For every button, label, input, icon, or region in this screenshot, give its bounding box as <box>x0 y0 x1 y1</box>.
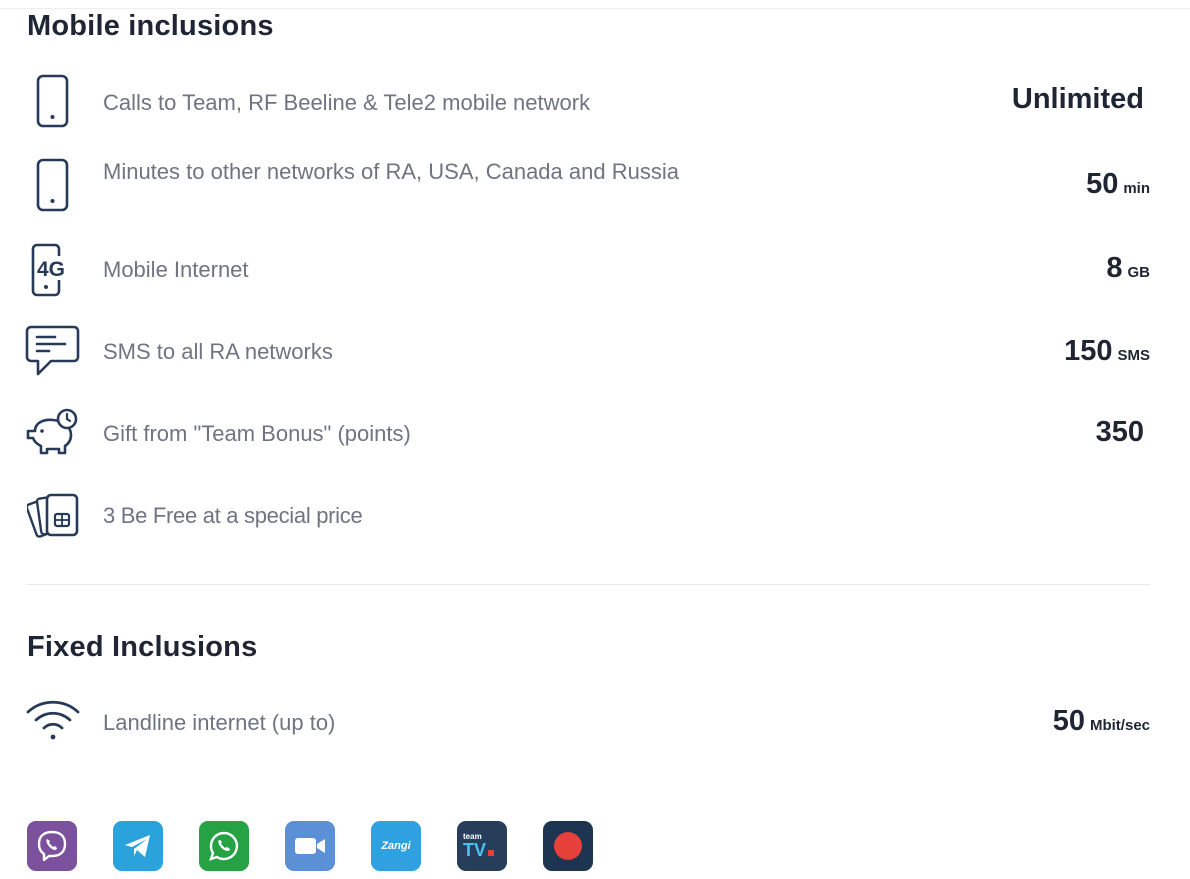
inclusion-value: 50 Mbit/sec <box>1053 705 1150 738</box>
value-unit: GB <box>1127 264 1151 281</box>
top-border <box>0 8 1190 9</box>
inclusion-value: 50 min <box>1086 168 1150 201</box>
inclusion-value: 350 <box>1096 416 1144 449</box>
team-tv-dot <box>488 850 495 856</box>
value-number: 8 <box>1106 252 1123 284</box>
record-icon[interactable] <box>543 821 593 871</box>
team-tv-icon[interactable]: team TV <box>457 821 507 871</box>
zangi-logo-text: Zangi <box>381 840 411 852</box>
inclusion-row-calls: Calls to Team, RF Beeline & Tele2 mobile… <box>0 72 1190 132</box>
smartphone-icon <box>36 158 70 212</box>
value-unit: min <box>1123 180 1150 197</box>
whatsapp-icon[interactable] <box>199 821 249 871</box>
inclusion-value: 150 SMS <box>1064 335 1150 368</box>
fixed-inclusions-title: Fixed Inclusions <box>27 631 258 663</box>
inclusion-value: 8 GB <box>1106 252 1150 285</box>
inclusion-row-sms: SMS to all RA networks 150 SMS <box>0 322 1190 382</box>
sim-cards-icon <box>27 490 81 540</box>
team-tv-big-text: TV <box>463 840 487 860</box>
value-unit: SMS <box>1117 347 1150 364</box>
inclusion-row-minutes: Minutes to other networks of RA, USA, Ca… <box>0 155 1190 217</box>
inclusion-value: Unlimited <box>1012 83 1144 116</box>
zoom-icon[interactable] <box>285 821 335 871</box>
mobile-inclusions-title: Mobile inclusions <box>27 10 274 42</box>
telegram-icon[interactable] <box>113 821 163 871</box>
inclusion-label: Landline internet (up to) <box>103 710 336 735</box>
svg-text:4G: 4G <box>37 258 65 281</box>
viber-icon[interactable] <box>27 821 77 871</box>
piggy-bank-icon <box>25 407 81 459</box>
inclusion-label: Gift from "Team Bonus" (points) <box>103 421 411 446</box>
team-tv-logo: TV <box>463 840 495 860</box>
inclusion-label: 3 Be Free at a special price <box>103 503 363 528</box>
apps-row: Zangi team TV <box>27 821 593 871</box>
smartphone-icon <box>36 74 70 128</box>
inclusion-label: Minutes to other networks of RA, USA, Ca… <box>103 159 679 184</box>
inclusion-row-bonus: Gift from "Team Bonus" (points) 350 <box>0 404 1190 464</box>
inclusion-label: Mobile Internet <box>103 257 249 282</box>
value-number: 150 <box>1064 335 1113 367</box>
inclusion-row-sim: 3 Be Free at a special price <box>0 487 1190 547</box>
value-unit: Mbit/sec <box>1089 717 1150 734</box>
sms-bubble-icon <box>25 324 81 378</box>
value-number: 50 <box>1052 705 1085 737</box>
inclusion-row-internet: 4G Mobile Internet 8 GB <box>0 240 1190 300</box>
value-number: 350 <box>1095 416 1144 448</box>
section-divider <box>27 584 1150 585</box>
wifi-icon <box>25 698 81 744</box>
inclusion-label: Calls to Team, RF Beeline & Tele2 mobile… <box>103 90 591 115</box>
inclusion-row-landline: Landline internet (up to) 50 Mbit/sec <box>0 692 1190 752</box>
value-number: 50 <box>1086 168 1119 200</box>
phone-4g-icon: 4G <box>30 242 76 298</box>
inclusion-label: SMS to all RA networks <box>103 339 333 364</box>
zangi-icon[interactable]: Zangi <box>371 821 421 871</box>
value-number: Unlimited <box>1011 83 1144 115</box>
